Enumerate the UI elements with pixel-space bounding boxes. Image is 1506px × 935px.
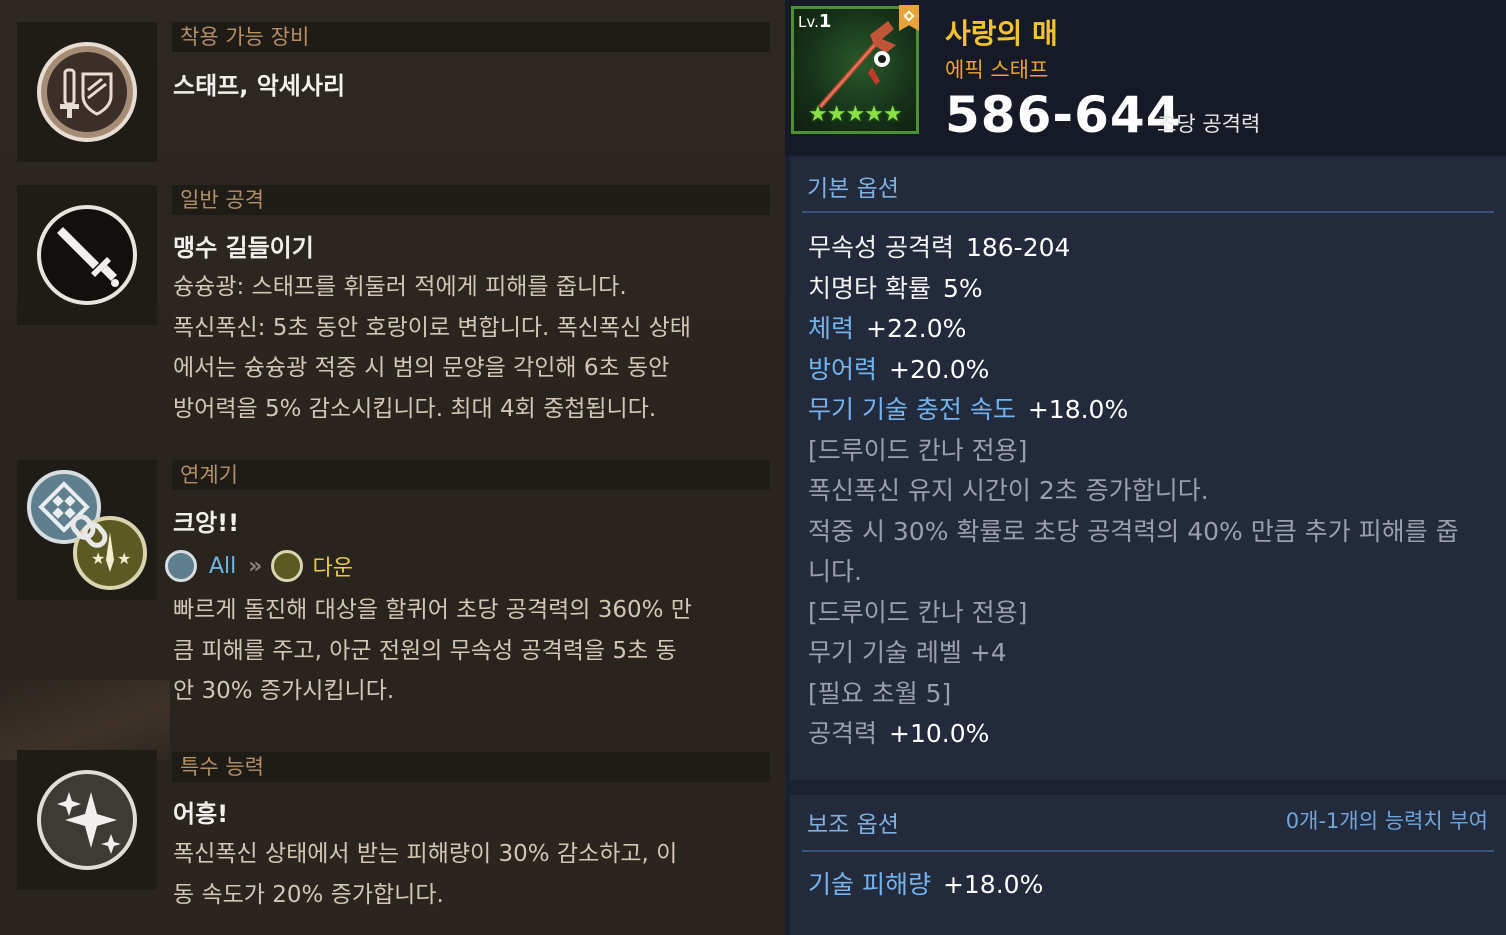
combo-from-label: All <box>209 553 237 579</box>
option-name: 무기 기술 레벨 +4 <box>808 638 1007 667</box>
desc-line: 에서는 슝슝광 적중 시 범의 문양을 각인해 6초 동안 <box>173 355 670 381</box>
option-value: 5% <box>942 273 983 303</box>
option-line: 니다. <box>808 552 862 593</box>
option-line: 체력 +22.0% <box>808 309 966 350</box>
option-line: 공격력 +10.0% <box>808 714 989 755</box>
sub-options-note: 0개-1개의 능력치 부여 <box>1285 809 1488 833</box>
desc-line: 큼 피해를 주고, 아군 전원의 무속성 공격력을 5초 동 <box>173 637 677 664</box>
desc-line: 폭신폭신 상태에서 받는 피해량이 30% 감소하고, 이 <box>173 841 678 867</box>
equip-header: 착용 가능 장비 <box>172 22 770 52</box>
option-line: [드루이드 칸나 전용] <box>808 431 1027 472</box>
combo-icon-box: ★ ★ <box>17 460 157 600</box>
item-name: 사랑의 매 <box>945 17 1058 50</box>
option-value: 186-204 <box>965 233 1071 262</box>
option-value: +20.0% <box>889 354 990 384</box>
special-title: 어흥! <box>173 800 229 828</box>
equip-title: 스태프, 악세사리 <box>173 72 346 100</box>
option-name: 무기 기술 충전 속도 <box>808 395 1016 424</box>
normal-attack-desc: 슝슝광: 스태프를 휘둘러 적에게 피해를 줍니다. 폭신폭신: 5초 동안 호… <box>173 267 753 429</box>
option-name: 공격력 <box>808 719 878 748</box>
divider <box>802 211 1494 213</box>
combo-header: 연계기 <box>172 460 770 490</box>
normal-attack-title: 맹수 길들이기 <box>173 234 314 262</box>
option-line: 무기 기술 레벨 +4 <box>808 633 1007 674</box>
combo-chain: All » 다운 <box>165 549 353 583</box>
option-value: +10.0% <box>889 719 990 748</box>
down-icon <box>270 550 303 582</box>
star-rating: ★★★★★ <box>808 102 903 127</box>
option-name: [드루이드 칸나 전용] <box>808 435 1028 465</box>
option-name: [드루이드 칸나 전용] <box>808 597 1028 627</box>
item-tooltip: Lv.1 ★★★★★ 사랑의 매 에픽 스태프 586-644 초당 공격력 기… <box>785 0 1506 935</box>
svg-text:★: ★ <box>91 549 105 568</box>
desc-line: 폭신폭신: 5초 동안 호랑이로 변합니다. 폭신폭신 상태 <box>173 314 691 341</box>
level-value: 1 <box>818 11 832 32</box>
option-name: 체력 <box>808 314 855 343</box>
option-line: 폭신폭신 유지 시간이 2초 증가합니다. <box>808 471 1209 512</box>
chain-link-icon <box>70 514 108 548</box>
item-header: Lv.1 ★★★★★ 사랑의 매 에픽 스태프 586-644 초당 공격력 <box>785 0 1506 155</box>
option-line: 무기 기술 충전 속도 +18.0% <box>808 390 1128 431</box>
basic-options-header: 기본 옵션 <box>807 176 899 202</box>
option-name: 무속성 공격력 <box>808 233 954 262</box>
normal-attack-icon-box <box>17 185 157 325</box>
special-header: 특수 능력 <box>172 752 770 782</box>
option-line: 치명타 확률 5% <box>808 269 983 310</box>
option-name: 방어력 <box>808 354 878 384</box>
special-icon-box <box>17 750 157 890</box>
sparkle-icon <box>37 770 137 870</box>
desc-line: 방어력을 5% 감소시킵니다. 최대 4회 중첩됩니다. <box>173 395 657 422</box>
option-name: 치명타 확률 <box>808 273 931 303</box>
item-icon: Lv.1 ★★★★★ <box>791 5 919 134</box>
option-name: 기술 피해량 <box>808 870 931 899</box>
equip-icon-box <box>17 22 157 162</box>
option-value: +22.0% <box>866 314 967 343</box>
option-line: 방어력 +20.0% <box>808 350 989 391</box>
sub-options-card: 보조 옵션 0개-1개의 능력치 부여 기술 피해량 +18.0% <box>790 795 1506 935</box>
option-value: +18.0% <box>942 870 1044 899</box>
desc-line: 안 30% 증가시킵니다. <box>173 678 395 704</box>
option-value: +18.0% <box>1027 395 1129 424</box>
bookmark-icon <box>899 5 919 31</box>
option-name: 폭신폭신 유지 시간이 2초 증가합니다. <box>808 476 1209 505</box>
option-name: 니다. <box>808 557 862 586</box>
option-line: [드루이드 칸나 전용] <box>808 593 1027 634</box>
option-line: 적중 시 30% 확률로 초당 공격력의 40% 만큼 추가 피해를 줍 <box>808 512 1459 553</box>
option-line: 기술 피해량 +18.0% <box>808 865 1043 906</box>
desc-line: 동 속도가 20% 증가합니다. <box>173 881 444 908</box>
option-line: 무속성 공격력 186-204 <box>808 228 1070 269</box>
background-decoration <box>0 680 170 760</box>
sword-icon <box>37 205 137 305</box>
basic-options-card: 기본 옵션 무속성 공격력 186-204 치명타 확률 5% 체력 +22.0% 방어력 +… <box>790 157 1506 780</box>
desc-line: 빠르게 돌진해 대상을 할퀴어 초당 공격력의 360% 만 <box>173 597 692 623</box>
attack-label: 초당 공격력 <box>1157 112 1261 136</box>
svg-text:★: ★ <box>117 549 131 568</box>
item-level: Lv.1 <box>798 11 831 32</box>
option-line: [필요 초월 5] <box>808 674 951 715</box>
chevron-right-icon: » <box>248 553 262 579</box>
option-name: 적중 시 30% 확률로 초당 공격력의 40% 만큼 추가 피해를 줍 <box>808 516 1459 546</box>
divider <box>802 850 1494 852</box>
skill-panel: 착용 가능 장비 스태프, 악세사리 일반 공격 맹수 길들이기 슝슝광: 스태… <box>0 0 785 935</box>
combo-desc: 빠르게 돌진해 대상을 할퀴어 초당 공격력의 360% 만 큼 피해를 주고,… <box>173 590 753 712</box>
item-type: 에픽 스태프 <box>945 58 1049 82</box>
attack-value: 586-644 <box>945 86 1182 144</box>
sub-options-header: 보조 옵션 <box>807 812 899 838</box>
combo-to-label: 다운 <box>312 556 353 581</box>
special-desc: 폭신폭신 상태에서 받는 피해량이 30% 감소하고, 이 동 속도가 20% … <box>173 834 753 915</box>
sword-shield-icon <box>37 42 137 142</box>
combo-title: 크앙!! <box>173 509 240 537</box>
all-icon <box>165 550 197 582</box>
option-name: [필요 초월 5] <box>808 678 952 708</box>
desc-line: 슝슝광: 스태프를 휘둘러 적에게 피해를 줍니다. <box>173 274 627 300</box>
normal-attack-header: 일반 공격 <box>172 185 770 215</box>
level-prefix: Lv. <box>798 13 819 31</box>
